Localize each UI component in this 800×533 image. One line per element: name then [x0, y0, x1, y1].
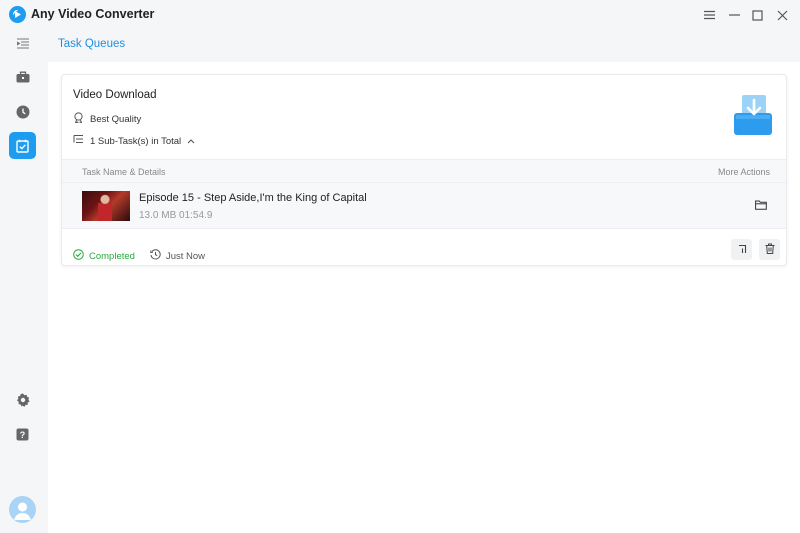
download-icon	[734, 95, 772, 135]
maximize-icon[interactable]	[748, 6, 766, 24]
main-content: Task Queues Video Download Best Quality …	[48, 30, 800, 533]
open-folder-button[interactable]	[753, 198, 769, 214]
trash-icon	[765, 241, 775, 259]
quality-row: Best Quality	[73, 112, 141, 126]
expand-icon	[737, 241, 747, 259]
folder-icon	[755, 197, 767, 215]
open-output-button[interactable]	[731, 239, 752, 260]
minimize-icon[interactable]	[725, 6, 743, 24]
status-label: Completed	[89, 250, 135, 262]
avatar[interactable]	[9, 496, 36, 523]
video-size: 13.0 MB	[139, 210, 177, 221]
chevron-up-icon	[187, 136, 195, 147]
sidebar: ?	[0, 30, 47, 533]
column-task-name: Task Name & Details	[82, 167, 166, 177]
close-icon[interactable]	[773, 6, 791, 24]
video-details: 13.0 MB 01:54.9	[139, 210, 212, 221]
time-info: Just Now	[150, 249, 205, 263]
history-icon[interactable]	[9, 98, 36, 125]
table-header: Task Name & Details More Actions	[62, 159, 786, 183]
subtask-count: 1 Sub-Task(s) in Total	[90, 135, 182, 147]
check-circle-icon	[73, 249, 84, 263]
app-logo-icon	[9, 6, 26, 23]
clock-icon	[150, 249, 161, 263]
page-header: Task Queues	[48, 30, 800, 62]
task-queue-icon[interactable]	[9, 132, 36, 159]
subtask-list-icon	[73, 134, 84, 148]
help-icon[interactable]: ?	[9, 421, 36, 448]
title-bar: Any Video Converter	[0, 0, 800, 30]
video-name: Episode 15 - Step Aside,I'm the King of …	[139, 192, 367, 204]
task-title: Video Download	[73, 89, 157, 101]
time-label: Just Now	[165, 250, 206, 262]
settings-icon[interactable]	[9, 386, 36, 413]
video-thumbnail	[82, 191, 130, 221]
quality-icon	[73, 112, 84, 126]
page-title[interactable]: Task Queues	[58, 38, 125, 50]
table-row[interactable]: Episode 15 - Step Aside,I'm the King of …	[62, 183, 786, 229]
toolbox-icon[interactable]	[9, 63, 36, 90]
menu-icon[interactable]	[700, 6, 718, 24]
column-more-actions: More Actions	[717, 167, 770, 177]
subtask-toggle[interactable]: 1 Sub-Task(s) in Total	[73, 134, 195, 148]
status-row: Completed Just Now	[73, 249, 205, 263]
task-card: Video Download Best Quality 1 Sub-Task(s…	[61, 74, 787, 266]
video-duration: 01:54.9	[179, 210, 213, 221]
collapse-icon[interactable]	[9, 30, 36, 57]
svg-text:?: ?	[20, 430, 26, 440]
app-title: Any Video Converter	[31, 7, 155, 21]
status-badge: Completed	[73, 249, 135, 263]
delete-button[interactable]	[759, 239, 780, 260]
quality-label: Best Quality	[90, 113, 142, 125]
